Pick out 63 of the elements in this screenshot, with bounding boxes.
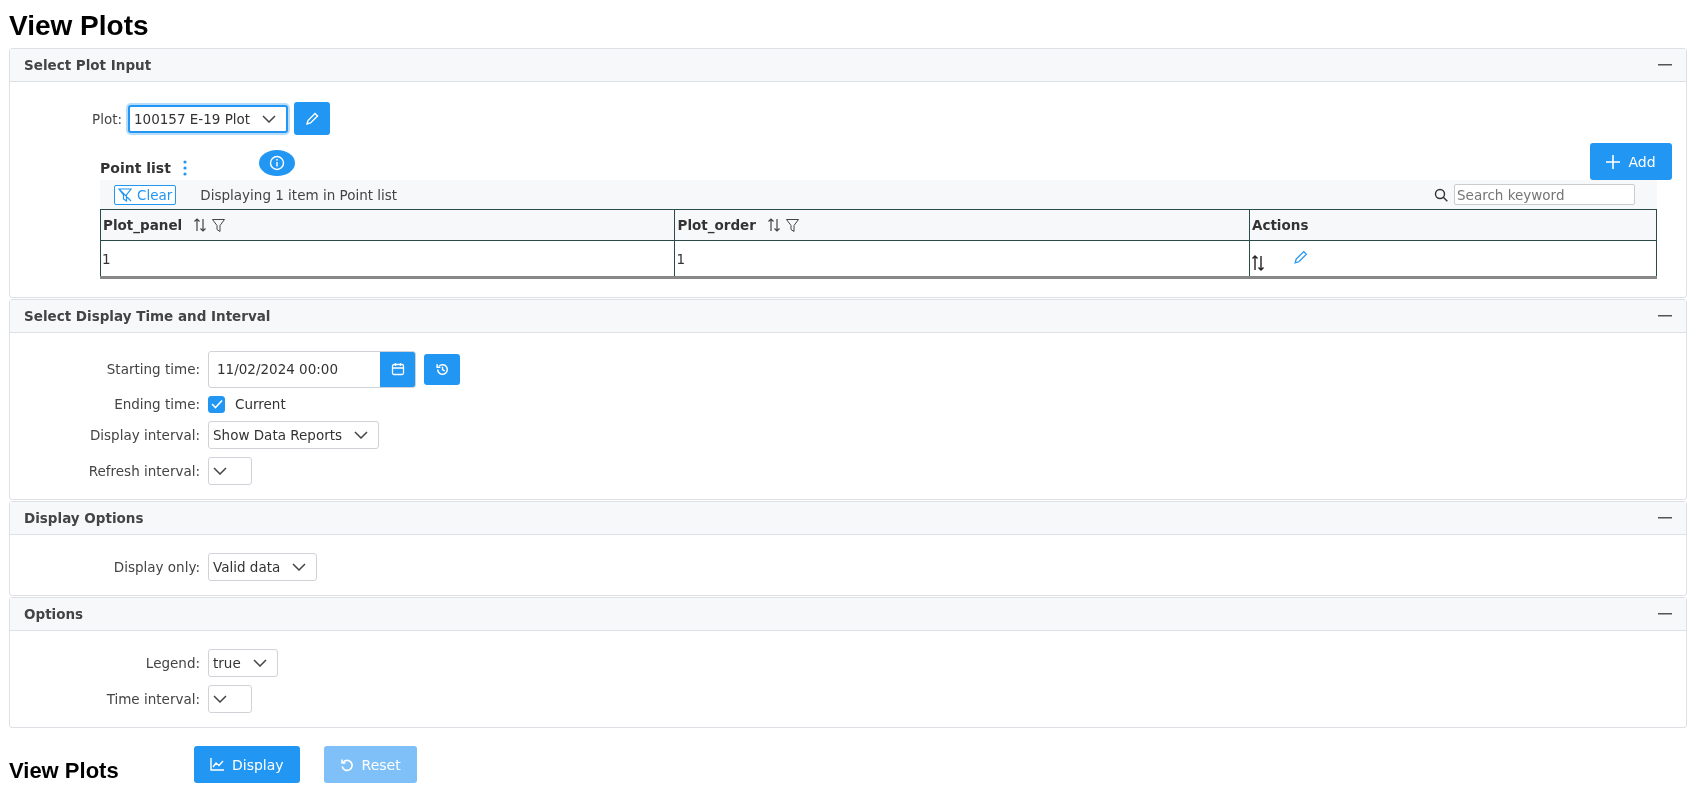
field-label: Legend: [144, 654, 200, 671]
panel-header[interactable]: Select Plot Input [10, 49, 1686, 82]
history-button[interactable] [424, 353, 460, 385]
chevron-down-icon [213, 466, 227, 475]
column-header[interactable]: Actions [1249, 209, 1657, 241]
section-title: View Plots [9, 756, 120, 784]
datetime-field[interactable]: 11/02/2024 00:00 [208, 350, 416, 388]
chevron-down-icon [262, 114, 277, 123]
column-title: Plot_order [677, 217, 756, 233]
point-list-title: Point list [100, 160, 171, 176]
dropdown[interactable]: Show Data Reports [208, 420, 380, 449]
plot-select[interactable]: 100157 E-19 Plot [128, 104, 289, 133]
chevron-down-icon [292, 562, 307, 571]
more-options-icon[interactable] [182, 160, 187, 176]
column-header[interactable]: Plot_order [675, 209, 1250, 241]
page-title: View Plots [9, 9, 150, 43]
field-label: Starting time: [105, 361, 200, 377]
chevron-down-icon [213, 694, 227, 703]
dropdown[interactable] [208, 684, 252, 713]
pencil-icon [305, 111, 320, 126]
undo-icon [339, 757, 354, 772]
collapse-icon[interactable] [1658, 516, 1672, 519]
search-field[interactable]: Search keyword [1454, 184, 1635, 205]
dropdown[interactable] [208, 456, 252, 485]
dropdown[interactable]: true [208, 648, 278, 677]
field-label: Refresh interval: [87, 462, 200, 479]
info-icon[interactable] [258, 150, 295, 176]
reorder-icon[interactable] [1250, 255, 1265, 271]
table-cell: 1 [100, 240, 675, 276]
history-icon [434, 361, 450, 377]
filter-off-icon [118, 187, 132, 202]
collapse-icon[interactable] [1658, 314, 1672, 317]
field-label: Plot: [92, 110, 122, 127]
checkbox[interactable] [208, 395, 225, 413]
plus-icon [1606, 154, 1621, 169]
item-count-text: Displaying 1 item in Point list [200, 186, 398, 203]
column-title: Actions [1251, 217, 1309, 233]
column-title: Plot_panel [103, 217, 183, 233]
calendar-button[interactable] [380, 351, 415, 387]
field-label: Display interval: [88, 426, 200, 443]
table-cell: 1 [675, 240, 1250, 276]
filter-icon[interactable] [785, 218, 799, 232]
sort-icon[interactable] [766, 218, 781, 232]
chevron-down-icon [252, 658, 267, 667]
column-header[interactable]: Plot_panel [100, 209, 675, 241]
chart-icon [210, 758, 224, 771]
checkbox-label: Current [235, 396, 286, 412]
edit-button[interactable] [294, 102, 331, 135]
pencil-icon[interactable] [1292, 250, 1308, 265]
dropdown[interactable]: Valid data [208, 552, 318, 581]
chevron-down-icon [354, 430, 369, 439]
search-icon [1434, 187, 1448, 202]
collapse-icon[interactable] [1658, 612, 1672, 615]
field-label: Display only: [112, 558, 200, 575]
panel-header[interactable]: Options [10, 597, 1686, 631]
panel-header[interactable]: Select Display Time and Interval [10, 299, 1686, 333]
calendar-icon [390, 362, 405, 376]
filter-icon[interactable] [212, 218, 226, 232]
field-label: Time interval: [105, 690, 200, 707]
panel-header[interactable]: Display Options [10, 501, 1686, 535]
sort-icon[interactable] [193, 218, 208, 232]
field-label: Ending time: [113, 396, 200, 412]
checkmark-icon [210, 399, 223, 409]
